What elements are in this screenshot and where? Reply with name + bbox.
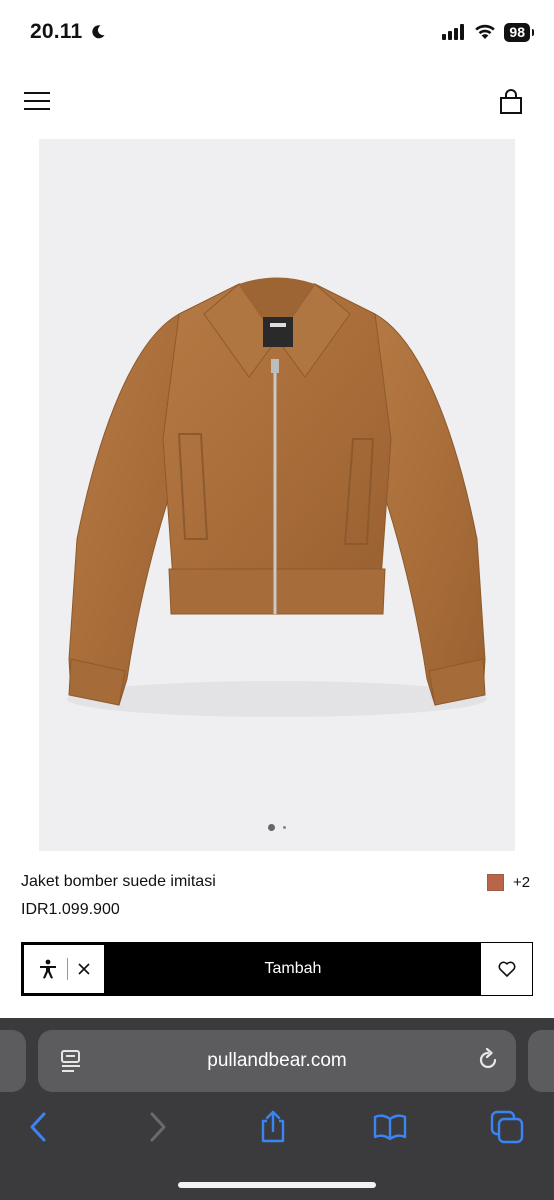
add-to-cart-bar: Tambah xyxy=(21,942,533,996)
hamburger-menu-icon[interactable] xyxy=(24,90,52,112)
tabs-icon[interactable] xyxy=(490,1110,524,1144)
home-indicator xyxy=(178,1182,376,1188)
bookmarks-icon[interactable] xyxy=(373,1110,407,1144)
wifi-icon xyxy=(475,24,496,39)
url-text[interactable]: pullandbear.com xyxy=(38,1050,516,1072)
forward-chevron-icon[interactable] xyxy=(140,1110,174,1144)
product-name: Jaket bomber suede imitasi xyxy=(21,873,216,890)
color-swatch[interactable] xyxy=(487,874,504,891)
battery-indicator: 98 xyxy=(504,22,534,42)
browser-toolbar: pullandbear.com xyxy=(0,1018,554,1200)
moon-icon xyxy=(92,25,105,39)
accessibility-person-icon[interactable] xyxy=(39,959,57,979)
page: 20.11 98 Jaket bomber suede imitasi IDR1… xyxy=(0,0,554,1200)
more-colors-count[interactable]: +2 xyxy=(513,874,530,891)
next-tab-preview[interactable] xyxy=(528,1030,554,1092)
product-image-carousel[interactable] xyxy=(39,139,515,851)
close-icon[interactable] xyxy=(77,963,90,975)
site-header xyxy=(0,80,554,124)
back-chevron-icon[interactable] xyxy=(22,1110,56,1144)
cellular-signal-icon xyxy=(442,24,465,40)
heart-icon xyxy=(498,961,515,977)
add-to-cart-button[interactable]: Tambah xyxy=(106,943,480,995)
reload-icon[interactable] xyxy=(476,1048,500,1072)
address-bar[interactable]: pullandbear.com xyxy=(38,1030,516,1092)
divider xyxy=(66,958,68,980)
jacket-image xyxy=(67,277,487,717)
carousel-pagination xyxy=(39,824,515,831)
status-time: 20.11 xyxy=(30,20,83,43)
previous-tab-preview[interactable] xyxy=(0,1030,26,1092)
status-indicators: 98 xyxy=(442,22,534,42)
share-icon[interactable] xyxy=(256,1110,290,1144)
product-price: IDR1.099.900 xyxy=(21,901,120,918)
safari-bottom-bar xyxy=(0,1110,554,1160)
shopping-bag-icon[interactable] xyxy=(498,88,524,116)
carousel-dot[interactable] xyxy=(283,826,286,829)
accessibility-widget xyxy=(24,945,104,993)
status-bar: 20.11 98 xyxy=(0,0,554,64)
carousel-dot-active[interactable] xyxy=(268,824,275,831)
favorite-button[interactable] xyxy=(480,943,532,995)
